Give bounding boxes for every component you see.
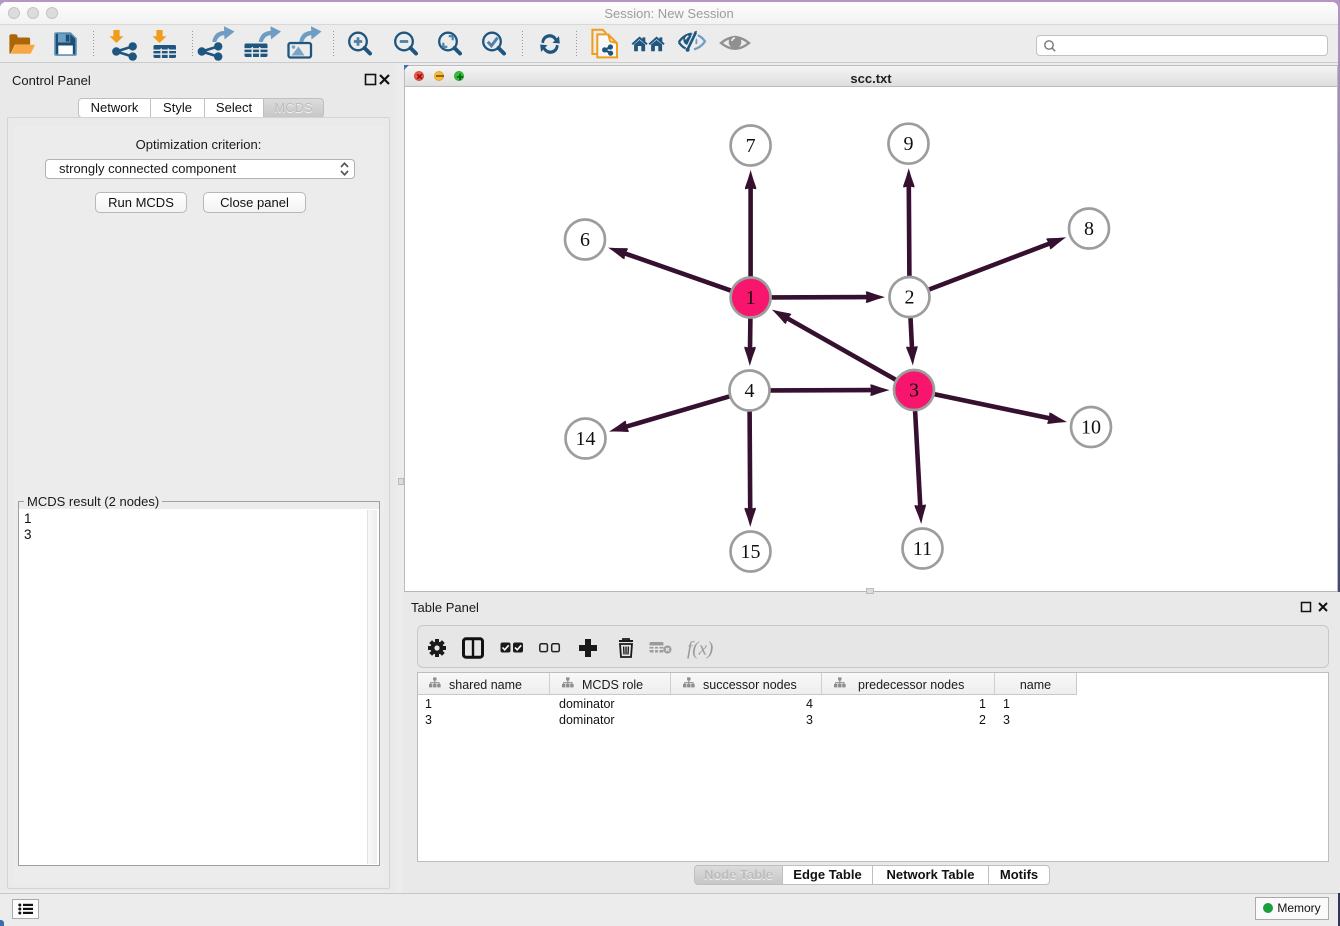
svg-text:4: 4	[745, 380, 755, 402]
svg-text:6: 6	[580, 229, 590, 251]
svg-text:3: 3	[909, 380, 919, 402]
svg-text:f(x): f(x)	[687, 639, 713, 660]
svg-text:14: 14	[576, 428, 596, 450]
svg-text:8: 8	[1084, 218, 1094, 240]
svg-text:1: 1	[746, 287, 756, 309]
svg-text:9: 9	[904, 133, 914, 155]
svg-text:7: 7	[746, 135, 756, 157]
svg-text:11: 11	[913, 538, 932, 560]
svg-text:10: 10	[1081, 417, 1101, 439]
svg-text:2: 2	[905, 287, 915, 309]
svg-text:15: 15	[741, 541, 761, 563]
